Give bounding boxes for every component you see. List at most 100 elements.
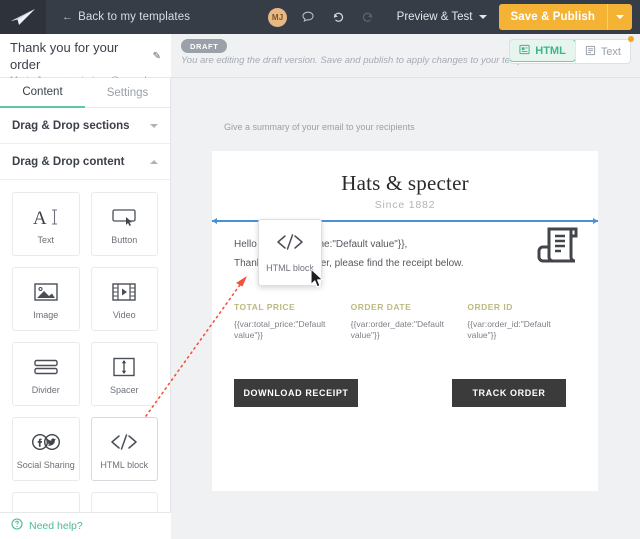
code-block-icon	[108, 429, 140, 455]
block-tile-video-label: Video	[112, 309, 136, 320]
redo-button[interactable]	[353, 0, 383, 34]
detail-label: TOTAL PRICE	[234, 302, 296, 312]
user-avatar[interactable]: MJ	[263, 0, 293, 34]
detail-value: {{var:total_price:"Default value"}}	[234, 319, 326, 340]
block-tile-social-sharing-label: Social Sharing	[16, 459, 75, 470]
preview-and-test-label: Preview & Test	[396, 11, 473, 23]
email-template: Hats & specter Since 1882 Hello {{var:fi…	[212, 151, 598, 491]
tab-html[interactable]: HTML	[510, 40, 576, 62]
tab-content[interactable]: Content	[0, 78, 85, 108]
format-toggle: HTML Text	[509, 39, 631, 64]
save-and-publish-dropdown[interactable]	[608, 4, 632, 30]
block-tile-image[interactable]: Image	[12, 267, 80, 331]
need-help-button[interactable]: Need help?	[0, 512, 171, 539]
tab-content-label: Content	[22, 86, 63, 98]
brand-tagline: Since 1882	[374, 199, 436, 211]
track-order-button[interactable]: TRACK ORDER	[452, 379, 566, 407]
detail-order-date: ORDER DATE {{var:order_date:"Default val…	[351, 302, 468, 341]
chevron-down-icon	[150, 123, 158, 128]
save-and-publish-button[interactable]: Save & Publish	[498, 4, 632, 30]
sidebar: Content Settings Drag & Drop sections Dr…	[0, 78, 171, 539]
undo-button[interactable]	[323, 0, 353, 34]
back-arrow-icon: ←	[62, 11, 74, 23]
divider-block-icon	[32, 354, 60, 380]
block-tile-video[interactable]: Video	[90, 267, 158, 331]
top-bar-actions: MJ Preview & Test Save & Publish	[263, 0, 640, 34]
page-title: Thank you for your order	[10, 40, 119, 72]
accordion-content-label: Drag & Drop content	[12, 155, 125, 168]
image-block-icon	[32, 279, 60, 305]
paper-plane-logo-icon	[10, 8, 36, 26]
receipt-scroll-icon	[534, 223, 582, 270]
block-tile-text[interactable]: A Text	[12, 192, 80, 256]
detail-label: ORDER DATE	[350, 302, 412, 312]
download-receipt-button[interactable]: DOWNLOAD RECEIPT	[234, 379, 358, 407]
detail-value: {{var:order_id:"Default value"}}	[467, 319, 551, 340]
detail-total-price: TOTAL PRICE {{var:total_price:"Default v…	[234, 302, 351, 341]
block-tile-spacer-label: Spacer	[109, 384, 139, 395]
app-root: ← Back to my templates MJ Preview & Test…	[0, 0, 640, 539]
svg-text:A: A	[33, 208, 47, 228]
code-block-icon	[274, 232, 306, 257]
summary-hint[interactable]: Give a summary of your email to your rec…	[224, 122, 415, 132]
chevron-down-icon	[478, 15, 487, 19]
undo-icon	[331, 10, 345, 24]
template-info: Thank you for your order ✎ Marie Jean <m…	[0, 34, 171, 86]
preview-and-test-menu[interactable]: Preview & Test	[397, 11, 487, 23]
email-header-block[interactable]: Hats & specter Since 1882	[212, 151, 598, 211]
detail-value: {{var:order_date:"Default value"}}	[350, 319, 444, 340]
text-block-icon: A	[31, 204, 61, 230]
template-title-row: Thank you for your order ✎	[10, 39, 161, 73]
sub-header: Thank you for your order ✎ Marie Jean <m…	[0, 34, 640, 86]
button-block-icon	[109, 204, 139, 230]
block-tile-social-sharing[interactable]: Social Sharing	[12, 417, 80, 481]
block-tile-spacer[interactable]: Spacer	[90, 342, 158, 406]
text-view-icon	[585, 45, 596, 59]
mouse-pointer-icon	[310, 268, 326, 295]
drag-ghost-label: HTML block	[266, 263, 314, 273]
block-tile-button[interactable]: Button	[90, 192, 158, 256]
block-tile-button-label: Button	[111, 234, 138, 245]
redo-icon	[361, 10, 375, 24]
accordion-sections[interactable]: Drag & Drop sections	[0, 108, 170, 144]
chevron-up-icon	[150, 159, 158, 164]
block-tile-divider[interactable]: Divider	[12, 342, 80, 406]
status-badge: DRAFT	[181, 39, 228, 53]
comments-button[interactable]	[293, 0, 323, 34]
html-view-icon	[519, 44, 530, 58]
accordion-sections-label: Drag & Drop sections	[12, 119, 130, 132]
app-logo[interactable]	[0, 0, 46, 34]
avatar-initials: MJ	[268, 7, 288, 27]
email-canvas[interactable]: Give a summary of your email to your rec…	[171, 78, 640, 539]
order-details-row[interactable]: TOTAL PRICE {{var:total_price:"Default v…	[234, 302, 584, 341]
detail-order-id: ORDER ID {{var:order_id:"Default value"}…	[467, 302, 584, 341]
tab-settings[interactable]: Settings	[85, 78, 170, 108]
pencil-icon[interactable]: ✎	[153, 48, 161, 65]
video-block-icon	[110, 279, 138, 305]
tab-text[interactable]: Text	[574, 40, 630, 63]
chevron-down-icon	[616, 15, 624, 19]
spacer-block-icon	[111, 354, 137, 380]
draft-note: You are editing the draft version. Save …	[181, 55, 542, 66]
save-and-publish-label: Save & Publish	[510, 11, 595, 23]
block-tile-text-label: Text	[37, 234, 54, 245]
sidebar-tabs: Content Settings	[0, 78, 170, 108]
accordion-content[interactable]: Drag & Drop content	[0, 144, 170, 180]
top-bar: ← Back to my templates MJ Preview & Test…	[0, 0, 640, 34]
back-to-templates-label: Back to my templates	[78, 11, 191, 23]
question-circle-icon	[11, 517, 23, 535]
block-tile-image-label: Image	[33, 309, 59, 320]
notification-dot	[628, 36, 634, 42]
comment-bubble-icon	[301, 10, 315, 24]
tab-html-label: HTML	[535, 44, 566, 57]
need-help-label: Need help?	[29, 520, 83, 532]
block-tile-html-block-label: HTML block	[100, 459, 149, 470]
content-block-grid: A Text Button Image Video Divider Spacer…	[0, 180, 170, 539]
tab-settings-label: Settings	[106, 87, 149, 99]
tab-text-label: Text	[600, 45, 621, 58]
block-tile-divider-label: Divider	[31, 384, 60, 395]
back-to-templates-link[interactable]: ← Back to my templates	[62, 11, 190, 23]
brand-name: Hats & specter	[341, 171, 469, 195]
detail-label: ORDER ID	[467, 302, 513, 312]
block-tile-html-block[interactable]: HTML block	[90, 417, 158, 481]
